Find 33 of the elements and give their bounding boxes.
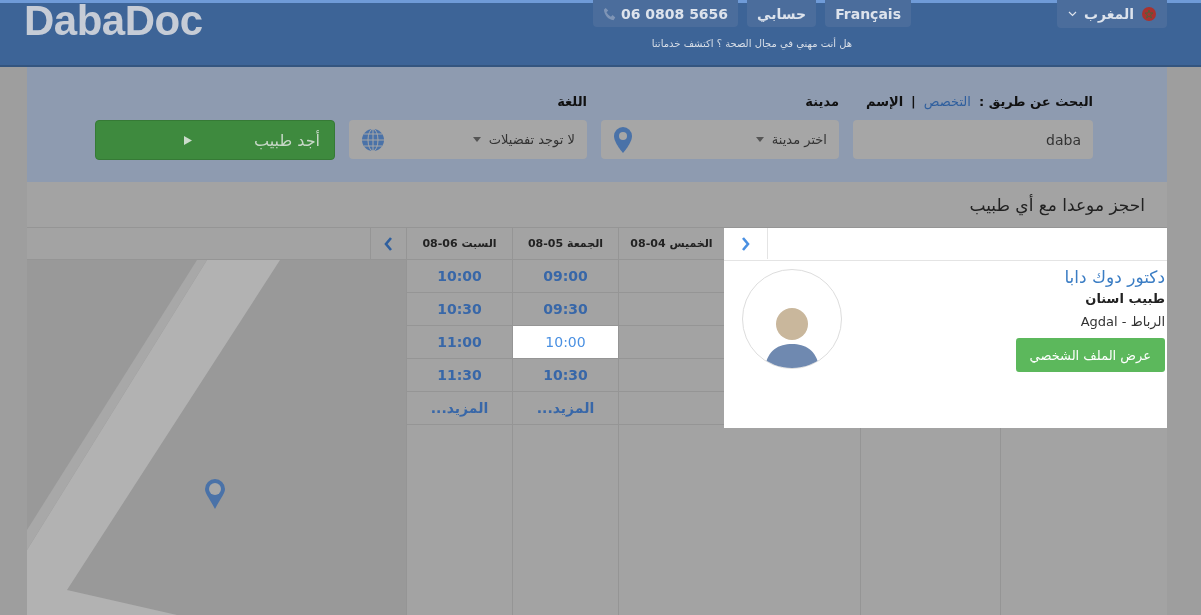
caret-icon [472,137,481,142]
flag-icon [1141,6,1157,22]
search-by-option[interactable]: الإسم [865,93,904,109]
play-icon [184,135,192,145]
city-label: مدينة [805,93,839,109]
chevron-down-icon [1067,11,1077,17]
globe-icon [361,127,385,152]
language-button[interactable]: Français [825,0,911,27]
doctor-specialty: طبيب اسنان [1085,291,1165,306]
chevron-left-icon [384,236,393,251]
find-doctor-button[interactable]: أجد طبيب [95,120,335,160]
account-button[interactable]: حسابي [747,0,817,27]
professional-prompt-link[interactable]: هل أنت مهني في مجال الصحة ؟ اكتشف خدماتنا [651,38,853,49]
phone-button[interactable]: 06 0808 5656 [592,0,739,27]
phone-icon [602,6,617,21]
map-pin-icon [204,478,226,510]
doctor-location: الرباط - Agdal [1080,314,1165,329]
search-by-label: البحث عن طريق : [978,93,1093,109]
time-slot[interactable]: 10:00 [513,326,618,359]
language-label: اللغة [557,93,587,109]
section-title: احجز موعدا مع أي طبيب [969,194,1145,215]
language-select[interactable]: لا توجد تفضيلات [349,120,587,159]
doctor-name-link[interactable]: دكتور دوك دابا [1064,267,1165,287]
search-by-option[interactable]: التخصص [923,93,971,109]
country-dropdown[interactable]: المغرب [1057,0,1167,28]
city-select[interactable]: اختر مدينة [601,120,839,159]
map-pin-icon [613,125,633,154]
separator: | [911,93,916,109]
caret-icon [755,137,764,142]
chevron-right-icon [741,236,750,251]
search-input-field[interactable]: daba [853,120,1093,159]
view-profile-button[interactable]: عرض الملف الشخصي [1015,338,1165,372]
logo[interactable]: DabaDoc [24,0,203,45]
